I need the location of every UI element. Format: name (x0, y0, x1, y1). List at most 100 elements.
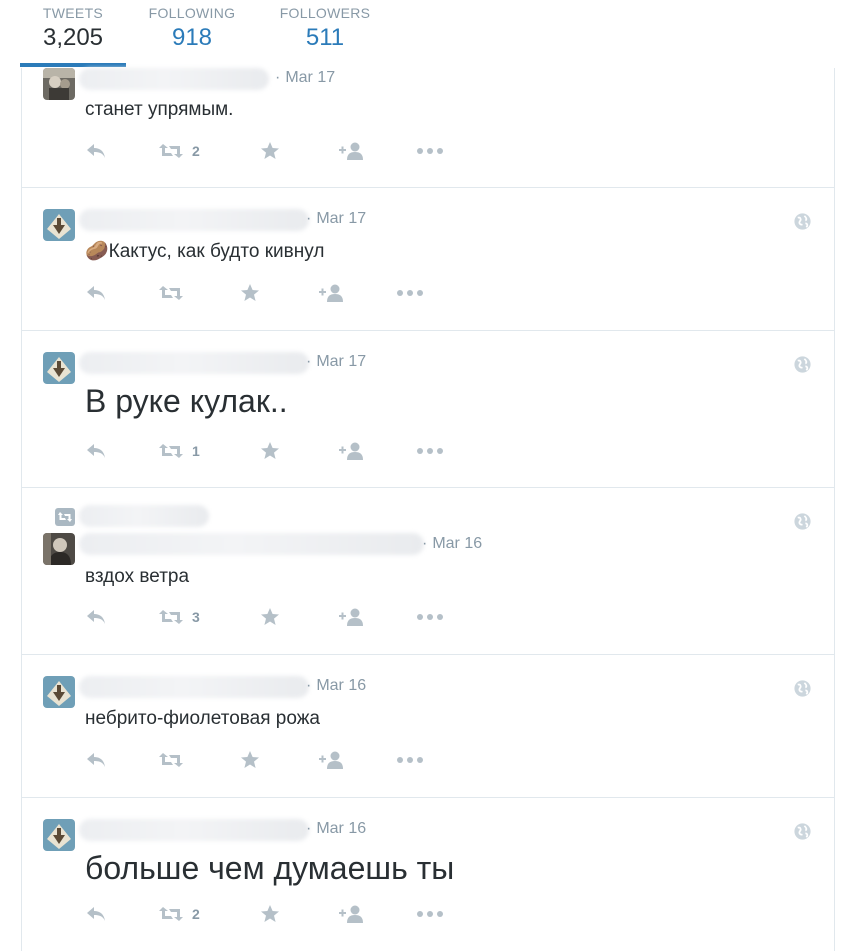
reply-button[interactable] (85, 749, 107, 771)
follow-icon (338, 607, 364, 627)
globe-icon (794, 213, 811, 230)
follow-button[interactable] (338, 140, 364, 162)
reply-icon (85, 608, 107, 626)
favorite-button[interactable] (260, 140, 280, 162)
stat-tweets-label: TWEETS (42, 5, 104, 21)
tweet-text: 🥔Кактус, как будто кивнул (85, 241, 325, 262)
favorite-button[interactable] (260, 440, 280, 462)
retweet-count: 1 (192, 443, 200, 459)
tweet-item[interactable]: · Mar 16 небрито-фиолетовая рожа (22, 655, 834, 798)
reply-icon (85, 442, 107, 460)
tweet-item[interactable]: · Mar 17 🥔Кактус, как будто кивнул (22, 188, 834, 331)
retweet-icon (158, 608, 184, 626)
tweet-text: больше чем думаешь ты (85, 850, 455, 886)
author-name-redacted[interactable] (79, 819, 309, 841)
reply-icon (85, 284, 107, 302)
tweet-actions (85, 749, 485, 771)
retweet-button[interactable]: 2 (158, 903, 200, 925)
more-button[interactable] (416, 140, 444, 162)
tweet-actions: 3 (85, 606, 485, 628)
follow-icon (338, 141, 364, 161)
stat-tweets-value: 3,205 (42, 24, 104, 51)
follow-button[interactable] (318, 749, 344, 771)
reply-icon (85, 905, 107, 923)
author-name-redacted[interactable] (79, 209, 309, 231)
avatar[interactable] (43, 676, 75, 708)
retweet-icon (158, 142, 184, 160)
star-icon (260, 904, 280, 924)
active-tab-underline (20, 63, 126, 67)
avatar[interactable] (43, 352, 75, 384)
reply-button[interactable] (85, 903, 107, 925)
more-button[interactable] (396, 749, 424, 771)
more-icon (416, 910, 444, 918)
tweet-item[interactable]: · Mar 16 больше чем думаешь ты 2 (22, 798, 834, 951)
author-name-redacted[interactable] (79, 352, 309, 374)
tweet-timestamp[interactable]: · Mar 16 (422, 534, 482, 554)
retweeter-name-redacted[interactable] (79, 505, 209, 527)
follow-button[interactable] (318, 282, 344, 304)
tweet-actions: 1 (85, 440, 485, 462)
retweet-button[interactable] (158, 282, 184, 304)
globe-icon (794, 356, 811, 373)
tweet-item[interactable]: · Mar 17 В руке кулак.. 1 (22, 331, 834, 488)
stat-followers[interactable]: FOLLOWERS 511 (270, 4, 380, 53)
retweet-button[interactable] (158, 749, 184, 771)
author-name-redacted[interactable] (79, 533, 424, 555)
tweet-actions: 2 (85, 140, 485, 162)
tweet-text: вздох ветра (85, 566, 190, 587)
retweet-button[interactable]: 2 (158, 140, 200, 162)
more-button[interactable] (416, 903, 444, 925)
avatar[interactable] (43, 533, 75, 565)
avatar[interactable] (43, 819, 75, 851)
retweeted-badge-icon (55, 508, 75, 526)
tweet-timestamp[interactable]: · Mar 17 (275, 68, 335, 88)
tweet-item[interactable]: · Mar 16 вздох ветра 3 (22, 488, 834, 655)
retweet-icon (158, 751, 184, 769)
favorite-button[interactable] (240, 282, 260, 304)
favorite-button[interactable] (260, 606, 280, 628)
reply-icon (85, 142, 107, 160)
star-icon (240, 283, 260, 303)
avatar[interactable] (43, 209, 75, 241)
tweet-stream[interactable]: · Mar 17 станет упрямым. 2 · Mar 17 🥔Как… (21, 68, 835, 951)
more-button[interactable] (396, 282, 424, 304)
favorite-button[interactable] (240, 749, 260, 771)
tweet-actions (85, 282, 485, 304)
follow-button[interactable] (338, 606, 364, 628)
reply-button[interactable] (85, 282, 107, 304)
avatar[interactable] (43, 68, 75, 100)
reply-button[interactable] (85, 440, 107, 462)
profile-stats-bar: TWEETS 3,205 FOLLOWING 918 FOLLOWERS 511 (0, 0, 850, 68)
author-name-redacted[interactable] (79, 676, 309, 698)
tweet-timestamp[interactable]: · Mar 17 (306, 209, 366, 229)
more-button[interactable] (416, 440, 444, 462)
retweet-button[interactable]: 1 (158, 440, 200, 462)
tweet-text: небрито-фиолетовая рожа (85, 708, 320, 729)
follow-icon (318, 750, 344, 770)
reply-icon (85, 751, 107, 769)
tweet-text: станет упрямым. (85, 99, 234, 120)
more-icon (396, 289, 424, 297)
follow-button[interactable] (338, 903, 364, 925)
stat-following[interactable]: FOLLOWING 918 (140, 4, 244, 53)
more-icon (416, 447, 444, 455)
reply-button[interactable] (85, 140, 107, 162)
tweet-timestamp[interactable]: · Mar 16 (306, 819, 366, 839)
retweet-button[interactable]: 3 (158, 606, 200, 628)
reply-button[interactable] (85, 606, 107, 628)
star-icon (260, 141, 280, 161)
tweet-timestamp[interactable]: · Mar 17 (306, 352, 366, 372)
globe-icon (794, 823, 811, 840)
stat-followers-value: 511 (305, 24, 345, 51)
tweet-item[interactable]: · Mar 17 станет упрямым. 2 (22, 68, 834, 188)
stat-tweets[interactable]: TWEETS 3,205 (18, 4, 128, 53)
author-name-redacted[interactable] (79, 68, 269, 90)
globe-icon (794, 513, 811, 530)
star-icon (240, 750, 260, 770)
tweet-timestamp[interactable]: · Mar 16 (306, 676, 366, 696)
favorite-button[interactable] (260, 903, 280, 925)
follow-button[interactable] (338, 440, 364, 462)
stat-followers-label: FOLLOWERS (279, 5, 371, 21)
more-button[interactable] (416, 606, 444, 628)
